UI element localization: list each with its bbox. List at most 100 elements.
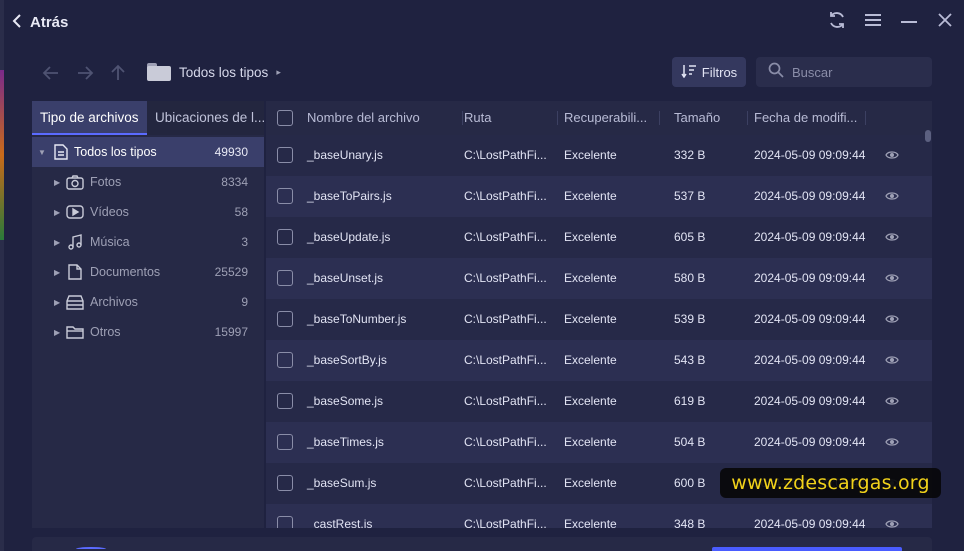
search-box[interactable] (756, 57, 932, 87)
expand-right-icon[interactable]: ▶ (54, 328, 60, 337)
cell-recoverability: Excelente (564, 394, 617, 408)
cell-filename: _baseToPairs.js (307, 189, 392, 203)
table-row[interactable]: _castRest.js C:\LostPathFi... Excelente 348… (266, 504, 932, 528)
column-header-name[interactable]: Nombre del archivo (307, 101, 463, 135)
navigation-bar: Todos los tipos ▸ Filtros (4, 56, 964, 92)
expand-down-icon[interactable]: ▼ (38, 148, 46, 157)
cell-filename: _castRest.js (307, 517, 373, 528)
document-icon (52, 144, 70, 160)
table-row[interactable]: _baseSortBy.js C:\LostPathFi... Excelente 5… (266, 340, 932, 381)
cell-path: C:\LostPathFi... (464, 435, 547, 449)
expand-right-icon[interactable]: ▶ (54, 238, 60, 247)
row-checkbox[interactable] (277, 516, 293, 528)
video-icon (66, 204, 84, 220)
row-checkbox[interactable] (277, 147, 293, 163)
tab-file-type[interactable]: Tipo de archivos (32, 101, 147, 135)
tree-item-count: 49930 (214, 145, 248, 159)
watermark-text: www.zdescargas.org (720, 468, 941, 498)
tree-item-label: Documentos (90, 265, 161, 279)
search-icon (768, 62, 784, 83)
arrow-forward-icon[interactable] (76, 64, 94, 82)
row-checkbox[interactable] (277, 352, 293, 368)
row-checkbox[interactable] (277, 393, 293, 409)
row-checkbox[interactable] (277, 434, 293, 450)
tree-item-label: Fotos (90, 175, 122, 189)
cell-recoverability: Excelente (564, 230, 617, 244)
tree-item-all-types[interactable]: ▼ Todos los tipos 49930 (32, 137, 264, 167)
tree-item-others[interactable]: ▶ Otros 15997 (32, 317, 264, 347)
arrow-up-icon[interactable] (109, 64, 127, 82)
tab-locations[interactable]: Ubicaciones de l... (147, 101, 264, 135)
row-checkbox[interactable] (277, 188, 293, 204)
eye-preview-icon[interactable] (885, 313, 899, 325)
expand-right-icon[interactable]: ▶ (54, 298, 60, 307)
folder-icon (66, 324, 84, 340)
cell-date: 2024-05-09 09:09:44 (754, 517, 866, 528)
arrow-back-icon[interactable] (42, 64, 60, 82)
filter-button[interactable]: Filtros (672, 57, 746, 87)
tree-item-count: 9 (241, 295, 248, 309)
cell-date: 2024-05-09 09:09:44 (754, 394, 866, 408)
column-header-path[interactable]: Ruta (464, 101, 558, 135)
refresh-icon[interactable] (828, 10, 846, 30)
cell-recoverability: Excelente (564, 189, 617, 203)
table-row[interactable]: _baseSome.js C:\LostPathFi... Excelente 619… (266, 381, 932, 422)
minimize-icon[interactable] (900, 10, 918, 30)
tree-item-documents[interactable]: ▶ Documentos 25529 (32, 257, 264, 287)
eye-preview-icon[interactable] (885, 354, 899, 366)
tree-item-archives[interactable]: ▶ Archivos 9 (32, 287, 264, 317)
column-header-recoverability[interactable]: Recuperabili... (564, 101, 660, 135)
tree-item-label: Archivos (90, 295, 138, 309)
table-row[interactable]: _baseToPairs.js C:\LostPathFi... Excelente… (266, 176, 932, 217)
tree-item-label: Otros (90, 325, 121, 339)
cell-size: 580 B (674, 271, 706, 285)
music-icon (66, 234, 84, 250)
select-all-checkbox[interactable] (277, 110, 293, 126)
cell-size: 539 B (674, 312, 706, 326)
tree-item-count: 25529 (214, 265, 248, 279)
breadcrumb[interactable]: Todos los tipos ▸ (147, 63, 281, 81)
cell-size: 600 B (674, 476, 706, 490)
cell-path: C:\LostPathFi... (464, 353, 547, 367)
table-row[interactable]: _baseUpdate.js C:\LostPathFi... Excelente 6… (266, 217, 932, 258)
cell-filename: _baseUnset.js (307, 271, 384, 285)
eye-preview-icon[interactable] (885, 149, 899, 161)
tree-item-videos[interactable]: ▶ Vídeos 58 (32, 197, 264, 227)
tree-item-count: 8334 (221, 175, 248, 189)
expand-right-icon[interactable]: ▶ (54, 268, 60, 277)
eye-preview-icon[interactable] (885, 190, 899, 202)
recover-button[interactable] (712, 547, 902, 551)
table-row[interactable]: _baseUnset.js C:\LostPathFi... Excelente 58… (266, 258, 932, 299)
table-row[interactable]: _baseTimes.js C:\LostPathFi... Excelente 50… (266, 422, 932, 463)
back-button[interactable]: Atrás (12, 13, 68, 31)
column-header-size[interactable]: Tamaño (674, 101, 748, 135)
expand-right-icon[interactable]: ▶ (54, 208, 60, 217)
row-checkbox[interactable] (277, 229, 293, 245)
tree-item-label: Música (90, 235, 130, 249)
folder-icon (147, 63, 171, 81)
close-icon[interactable] (936, 10, 954, 30)
eye-preview-icon[interactable] (885, 272, 899, 284)
cell-recoverability: Excelente (564, 476, 617, 490)
cell-filename: _baseToNumber.js (307, 312, 407, 326)
search-input[interactable] (792, 64, 922, 80)
expand-right-icon[interactable]: ▶ (54, 178, 60, 187)
eye-preview-icon[interactable] (885, 231, 899, 243)
tree-item-photos[interactable]: ▶ Fotos 8334 (32, 167, 264, 197)
table-header: Nombre del archivo Ruta Recuperabili... … (266, 101, 932, 135)
column-header-date[interactable]: Fecha de modifi... (754, 101, 866, 135)
tree-item-music[interactable]: ▶ Música 3 (32, 227, 264, 257)
table-row[interactable]: _baseToNumber.js C:\LostPathFi... Excelent… (266, 299, 932, 340)
eye-preview-icon[interactable] (885, 518, 899, 528)
tree-item-count: 15997 (214, 325, 248, 339)
scrollbar-thumb[interactable] (925, 130, 931, 142)
cell-filename: _baseUnary.js (307, 148, 383, 162)
menu-icon[interactable] (864, 10, 882, 30)
row-checkbox[interactable] (277, 311, 293, 327)
row-checkbox[interactable] (277, 475, 293, 491)
eye-preview-icon[interactable] (885, 436, 899, 448)
cell-size: 332 B (674, 148, 706, 162)
table-row[interactable]: _baseUnary.js C:\LostPathFi... Excelente 33… (266, 135, 932, 176)
row-checkbox[interactable] (277, 270, 293, 286)
eye-preview-icon[interactable] (885, 395, 899, 407)
